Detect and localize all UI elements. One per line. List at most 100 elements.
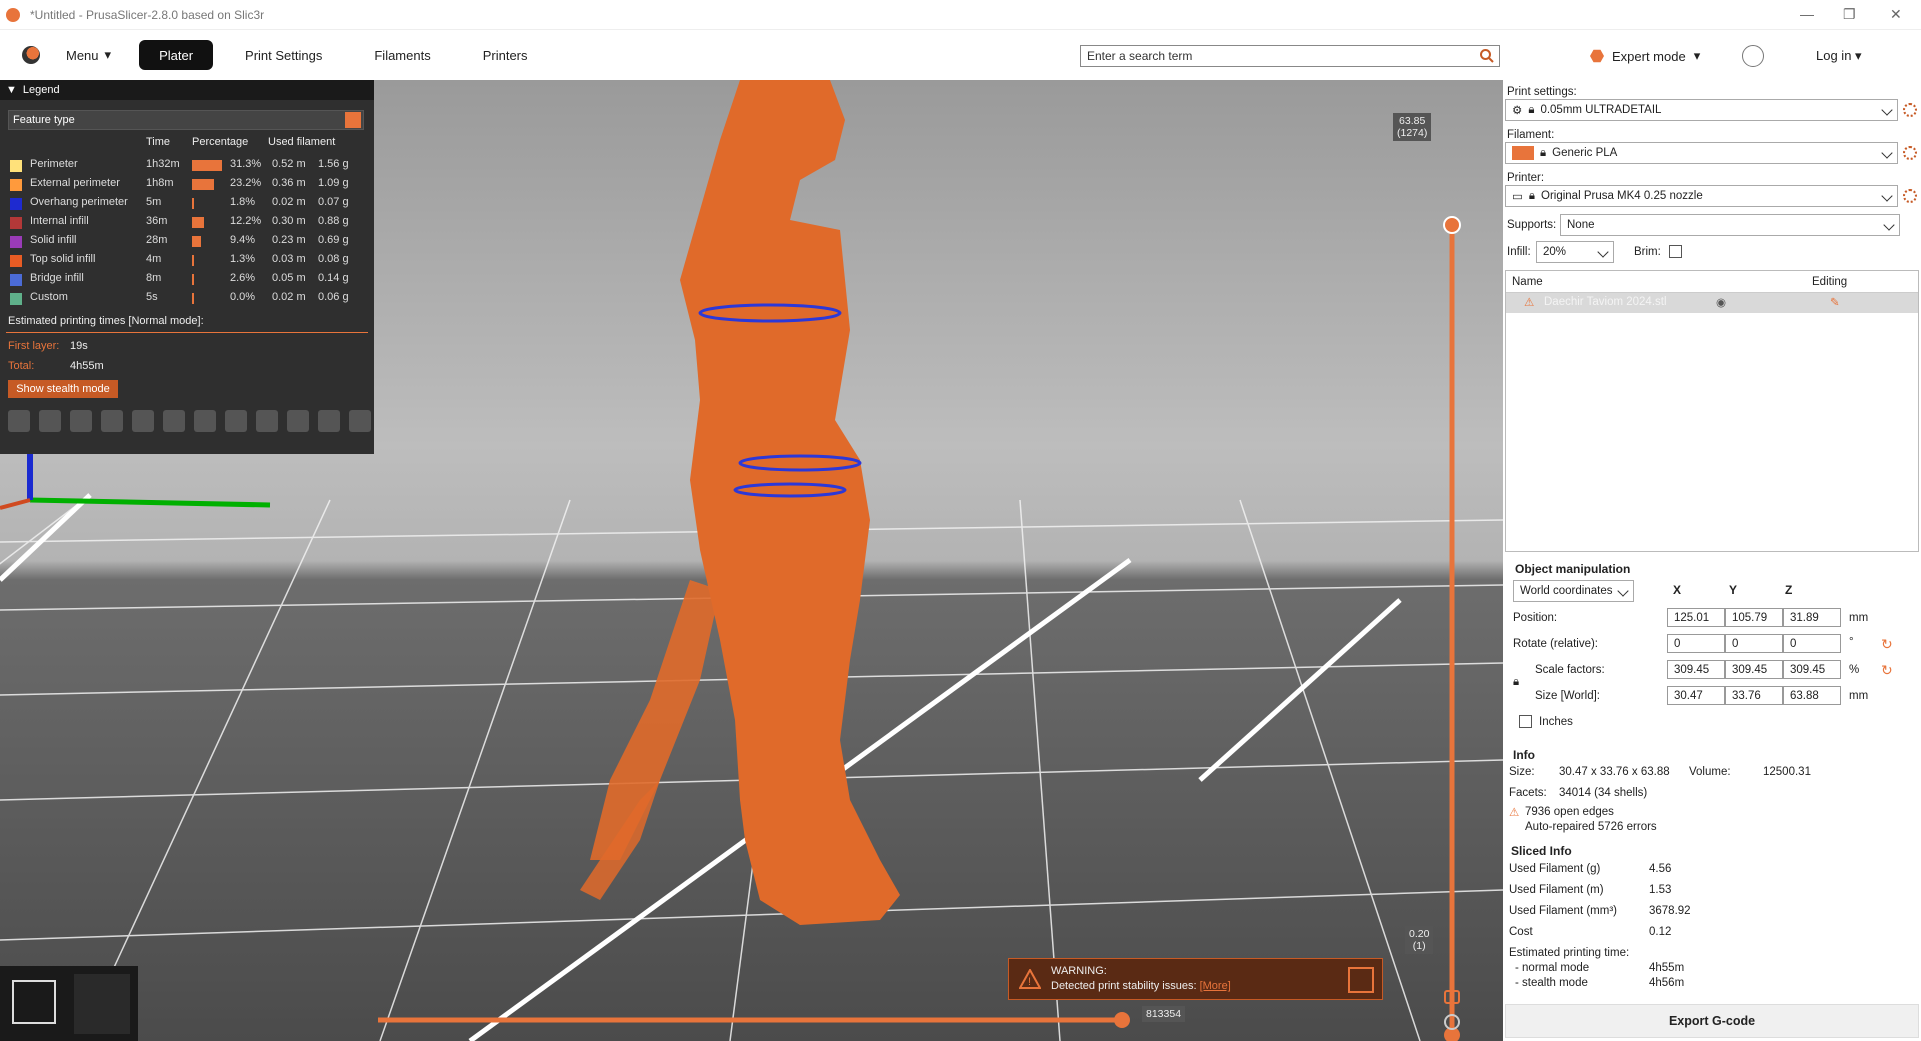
gear-icon[interactable] xyxy=(1903,146,1917,160)
inches-checkbox[interactable] xyxy=(1519,715,1532,728)
tab-filaments[interactable]: Filaments xyxy=(354,40,450,70)
tool-marker-icon[interactable] xyxy=(349,410,371,432)
close-warning-icon[interactable] xyxy=(1348,967,1374,993)
legend-header[interactable]: ▼ Legend xyxy=(0,80,374,100)
legend-row[interactable]: Overhang perimeter 5m 1.8% 0.02 m 0.07 g xyxy=(0,194,374,213)
3d-view-cube-icon[interactable] xyxy=(12,980,56,1024)
legend-row[interactable]: Perimeter 1h32m 31.3% 0.52 m 1.56 g xyxy=(0,156,374,175)
warning-icon: ⚠ xyxy=(1509,807,1520,819)
rotate-z-field[interactable]: 0 xyxy=(1783,634,1841,653)
rotate-x-field[interactable]: 0 xyxy=(1667,634,1725,653)
menu-button[interactable]: Menu ▾ xyxy=(66,47,111,63)
mode-selector[interactable]: Expert mode ▾ xyxy=(1590,48,1700,64)
shells-icon[interactable] xyxy=(318,410,340,432)
travel-icon[interactable] xyxy=(8,410,30,432)
lock-icon[interactable] xyxy=(1444,990,1460,1004)
gear-icon[interactable] xyxy=(1903,103,1917,117)
legend-row[interactable]: Internal infill 36m 12.2% 0.30 m 0.88 g xyxy=(0,213,374,232)
expert-mode-icon xyxy=(1590,49,1604,63)
feature-length: 0.02 m xyxy=(272,291,306,303)
filament-select[interactable]: 🔒︎ Generic PLA xyxy=(1505,142,1898,164)
size-y-field[interactable]: 33.76 xyxy=(1725,686,1783,705)
retractions-icon[interactable] xyxy=(70,410,92,432)
lock-icon: 🔒︎ xyxy=(1540,146,1547,159)
feature-weight: 0.08 g xyxy=(318,253,349,265)
supports-value: None xyxy=(1567,219,1595,231)
info-open-edges: 7936 open edges xyxy=(1525,806,1614,818)
coordinates-select[interactable]: World coordinates xyxy=(1513,580,1634,602)
feature-length: 0.30 m xyxy=(272,215,306,227)
legend-row[interactable]: Solid infill 28m 9.4% 0.23 m 0.69 g xyxy=(0,232,374,251)
scale-unit: % xyxy=(1849,664,1860,676)
view-type-select[interactable]: Feature type xyxy=(8,110,364,130)
tab-print-settings[interactable]: Print Settings xyxy=(225,40,342,70)
feature-percentage: 12.2% xyxy=(230,215,262,227)
percentage-bar xyxy=(192,198,194,209)
eye-icon[interactable]: ◉ xyxy=(1716,295,1726,309)
legend-row[interactable]: External perimeter 1h8m 23.2% 0.36 m 1.09 g xyxy=(0,175,374,194)
col-editing: Editing xyxy=(1812,275,1848,288)
inches-label: Inches xyxy=(1539,716,1573,728)
seams-icon[interactable] xyxy=(132,410,154,432)
user-avatar-icon[interactable] xyxy=(1742,45,1764,67)
color-changes-icon[interactable] xyxy=(194,410,216,432)
lock-icon[interactable]: 🔒︎ xyxy=(1513,676,1519,689)
reset-rotation-icon[interactable]: ↻ xyxy=(1881,636,1893,653)
wipe-icon[interactable] xyxy=(39,410,61,432)
supports-select[interactable]: None xyxy=(1560,214,1900,236)
infill-select[interactable]: 20% xyxy=(1536,241,1614,263)
position-z-field[interactable]: 31.89 xyxy=(1783,608,1841,627)
sliced-normal-value: 4h55m xyxy=(1649,962,1685,974)
pause-prints-icon[interactable] xyxy=(225,410,247,432)
tool-changes-icon[interactable] xyxy=(163,410,185,432)
layer-bottom-value: 0.20 xyxy=(1409,928,1430,940)
object-manipulation-title: Object manipulation xyxy=(1515,562,1631,576)
settings-cog-icon[interactable] xyxy=(1444,1014,1460,1030)
warning-more-link[interactable]: [More] xyxy=(1200,980,1231,992)
tab-printers[interactable]: Printers xyxy=(463,40,548,70)
reset-scale-icon[interactable]: ↻ xyxy=(1881,662,1893,679)
print-settings-select[interactable]: ⚙ 🔒︎ 0.05mm ULTRADETAIL xyxy=(1505,99,1898,121)
infill-label: Infill: xyxy=(1507,246,1531,258)
scale-label: Scale factors: xyxy=(1535,664,1605,676)
preview-layers-icon[interactable] xyxy=(74,974,130,1034)
scale-x-field[interactable]: 309.45 xyxy=(1667,660,1725,679)
center-of-gravity-icon[interactable] xyxy=(287,410,309,432)
legend-row[interactable]: Top solid infill 4m 1.3% 0.03 m 0.08 g xyxy=(0,251,374,270)
edit-icon[interactable]: ✎ xyxy=(1830,295,1840,309)
gear-icon[interactable] xyxy=(1903,189,1917,203)
tab-plater[interactable]: Plater xyxy=(139,40,214,70)
rotate-y-field[interactable]: 0 xyxy=(1725,634,1783,653)
search-input[interactable]: Enter a search term xyxy=(1080,45,1500,67)
sliced-row-value: 0.12 xyxy=(1649,926,1672,938)
axis-z-label: Z xyxy=(1785,583,1793,597)
legend-row[interactable]: Custom 5s 0.0% 0.02 m 0.06 g xyxy=(0,289,374,308)
feature-weight: 0.07 g xyxy=(318,196,349,208)
legend-row[interactable]: Bridge infill 8m 2.6% 0.05 m 0.14 g xyxy=(0,270,374,289)
position-y-field[interactable]: 105.79 xyxy=(1725,608,1783,627)
size-z-field[interactable]: 63.88 xyxy=(1783,686,1841,705)
view-type-value: Feature type xyxy=(13,114,75,126)
search-icon[interactable] xyxy=(1479,48,1495,64)
brim-checkbox[interactable] xyxy=(1669,245,1682,258)
scale-y-field[interactable]: 309.45 xyxy=(1725,660,1783,679)
position-x-field[interactable]: 125.01 xyxy=(1667,608,1725,627)
export-gcode-button[interactable]: Export G-code xyxy=(1505,1004,1919,1038)
minimize-icon[interactable]: — xyxy=(1800,6,1814,22)
maximize-icon[interactable]: ❐ xyxy=(1843,6,1856,23)
percentage-bar xyxy=(192,255,194,266)
login-button[interactable]: Log in ▾ xyxy=(1816,48,1862,64)
scale-z-field[interactable]: 309.45 xyxy=(1783,660,1841,679)
deretractions-icon[interactable] xyxy=(101,410,123,432)
feature-color-swatch xyxy=(10,217,22,229)
sliced-row-value: 4.56 xyxy=(1649,863,1672,875)
custom-gcodes-icon[interactable] xyxy=(256,410,278,432)
feature-time: 28m xyxy=(146,234,168,246)
show-stealth-mode-button[interactable]: Show stealth mode xyxy=(8,380,118,398)
size-x-field[interactable]: 30.47 xyxy=(1667,686,1725,705)
feature-length: 0.03 m xyxy=(272,253,306,265)
close-icon[interactable]: ✕ xyxy=(1890,6,1902,23)
mode-label: Expert mode xyxy=(1612,48,1686,64)
list-item[interactable]: ⚠ Daechir Taviom 2024.stl ◉ ✎ xyxy=(1506,293,1918,313)
printer-select[interactable]: ▭ 🔒︎ Original Prusa MK4 0.25 nozzle xyxy=(1505,185,1898,207)
